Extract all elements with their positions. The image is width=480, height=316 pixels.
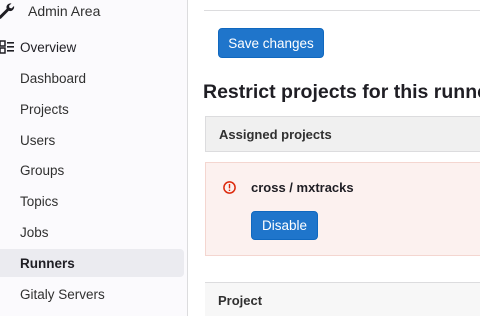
- sidebar-section-label: Overview: [20, 39, 77, 55]
- sidebar-item-label: Jobs: [20, 224, 49, 240]
- column-header-project: Project: [218, 293, 263, 308]
- sidebar-item-jobs[interactable]: Jobs: [0, 218, 184, 246]
- disable-button[interactable]: Disable: [251, 211, 318, 240]
- projects-table-header: Project: [205, 282, 480, 316]
- assigned-project-row: cross / mxtracks Disable: [205, 162, 480, 256]
- sidebar-item-projects[interactable]: Projects: [0, 95, 184, 123]
- wrench-icon: [0, 3, 15, 19]
- divider: [204, 10, 480, 11]
- sidebar-item-gitaly-servers[interactable]: Gitaly Servers: [0, 280, 184, 308]
- sidebar-item-label: Dashboard: [20, 70, 87, 86]
- sidebar-section-overview[interactable]: Overview: [0, 33, 184, 61]
- sidebar-item-groups[interactable]: Groups: [0, 156, 184, 184]
- sidebar-item-runners[interactable]: Runners: [0, 249, 184, 277]
- sidebar-item-label: Runners: [20, 255, 75, 271]
- sidebar: Admin Area Overview Dashboard Projects U…: [0, 0, 188, 316]
- sidebar-header[interactable]: Admin Area: [0, 0, 188, 26]
- sidebar-item-label: Topics: [20, 193, 59, 209]
- sidebar-title: Admin Area: [28, 3, 101, 19]
- project-name: cross / mxtracks: [251, 180, 354, 195]
- sidebar-item-label: Projects: [20, 101, 69, 117]
- error-icon: [223, 181, 236, 194]
- sidebar-item-label: Groups: [20, 162, 65, 178]
- overview-icon: [0, 40, 14, 54]
- page-heading: Restrict projects for this runner: [203, 81, 480, 103]
- sidebar-item-label: Users: [20, 132, 56, 148]
- assigned-projects-title: Assigned projects: [219, 126, 332, 142]
- assigned-projects-header: Assigned projects: [205, 116, 480, 152]
- sidebar-item-label: Gitaly Servers: [20, 286, 105, 302]
- sidebar-item-dashboard[interactable]: Dashboard: [0, 64, 184, 92]
- sidebar-item-users[interactable]: Users: [0, 126, 184, 154]
- save-changes-button[interactable]: Save changes: [218, 28, 324, 58]
- sidebar-item-topics[interactable]: Topics: [0, 187, 184, 215]
- main-content: Save changes Restrict projects for this …: [188, 0, 480, 316]
